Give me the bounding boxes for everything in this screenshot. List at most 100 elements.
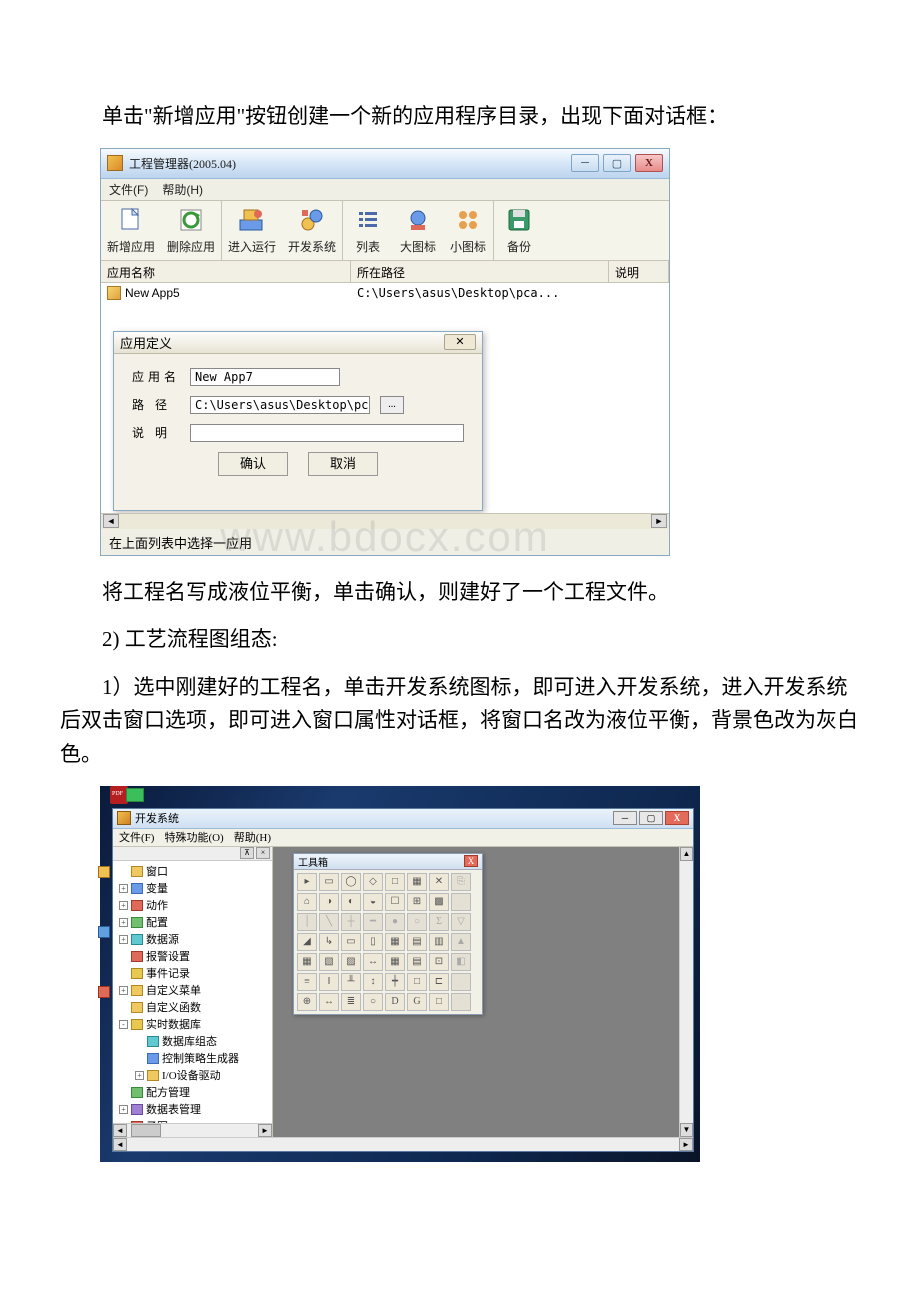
toolbox-tool[interactable]: ‖ — [319, 973, 339, 991]
tree-expand-icon[interactable]: + — [135, 1071, 144, 1080]
toolbox-tool[interactable] — [451, 993, 471, 1011]
scroll-right-icon[interactable]: ► — [651, 514, 667, 528]
scroll-right-icon[interactable]: ► — [679, 1138, 693, 1151]
toolbox-tool[interactable]: ⊏ — [429, 973, 449, 991]
toolbox-tool[interactable]: D — [385, 993, 405, 1011]
tree-node[interactable]: 配方管理 — [115, 1084, 270, 1101]
tree-node[interactable]: +动作 — [115, 897, 270, 914]
toolbox-tool[interactable]: ◇ — [363, 873, 383, 891]
toolbox-tool[interactable]: ⊡ — [429, 953, 449, 971]
toolbox-tool[interactable]: ● — [385, 913, 405, 931]
scroll-left-icon[interactable]: ◄ — [113, 1138, 127, 1151]
toolbox-tool[interactable]: ↳ — [319, 933, 339, 951]
dlg-input-name[interactable]: New App7 — [190, 368, 340, 386]
tree-node[interactable]: +数据表管理 — [115, 1101, 270, 1118]
design-canvas[interactable]: 工具箱 X ▸▭◯◇□▦✕⎘⌂◑◐◒☐⊞▩│╲┼━●○Σ▽◢↳▭▯▦▤▥▲▦▧▨… — [273, 847, 679, 1137]
col-header-name[interactable]: 应用名称 — [101, 261, 351, 282]
scroll-down-icon[interactable]: ▼ — [680, 1123, 693, 1137]
tree-pin-icon[interactable]: ⊼ — [240, 847, 254, 859]
toolbox-tool[interactable]: ▦ — [407, 873, 427, 891]
toolbox-tool[interactable]: │ — [297, 913, 317, 931]
tree-node[interactable]: 控制策略生成器 — [115, 1050, 270, 1067]
toolbox-tool[interactable]: □ — [429, 993, 449, 1011]
toolbox-tool[interactable]: ⊞ — [407, 893, 427, 911]
tree-expand-icon[interactable]: + — [119, 884, 128, 893]
menu-help[interactable]: 帮助(H) — [162, 181, 203, 198]
dlg-browse-button[interactable]: ... — [380, 396, 404, 414]
toolbox-tool[interactable]: ▨ — [341, 953, 361, 971]
scroll-right-icon[interactable]: ► — [258, 1124, 272, 1137]
toolbar-small-icons[interactable]: 小图标 — [443, 201, 493, 260]
tree-node[interactable]: +配置 — [115, 914, 270, 931]
col-header-path[interactable]: 所在路径 — [351, 261, 609, 282]
toolbox-tool[interactable]: ≣ — [341, 993, 361, 1011]
toolbox-tool[interactable]: ┿ — [385, 973, 405, 991]
toolbox-tool[interactable]: ╲ — [319, 913, 339, 931]
app-row[interactable]: New App5 C:\Users\asus\Desktop\pca... — [101, 283, 669, 303]
tree-node[interactable]: 数据库组态 — [115, 1033, 270, 1050]
toolbox-tool[interactable]: G — [407, 993, 427, 1011]
toolbox-tool[interactable]: ▤ — [407, 953, 427, 971]
toolbox-tool[interactable]: ▭ — [319, 873, 339, 891]
tree-expand-icon[interactable]: + — [119, 901, 128, 910]
scroll-left-icon[interactable]: ◄ — [113, 1124, 127, 1137]
toolbox-tool[interactable]: ▦ — [297, 953, 317, 971]
tree-node[interactable]: +自定义菜单 — [115, 982, 270, 999]
tree-node[interactable]: +I/O设备驱动 — [115, 1067, 270, 1084]
dlg-cancel-button[interactable]: 取消 — [308, 452, 378, 476]
toolbar-backup[interactable]: 备份 — [494, 201, 544, 260]
toolbox-tool[interactable]: ┼ — [341, 913, 361, 931]
toolbox-tool[interactable]: ▲ — [451, 933, 471, 951]
tree-close-icon[interactable]: × — [256, 847, 270, 859]
tree-node[interactable]: +数据源 — [115, 931, 270, 948]
toolbar-list-view[interactable]: 列表 — [343, 201, 393, 260]
toolbox-tool[interactable]: ↕ — [363, 973, 383, 991]
toolbox-tool[interactable]: ⊕ — [297, 993, 317, 1011]
toolbox-tool[interactable]: ◒ — [363, 893, 383, 911]
ds-minimize-button[interactable]: ─ — [613, 811, 637, 825]
canvas-hscrollbar[interactable]: ◄ ► — [113, 1137, 693, 1151]
tree-node[interactable]: 自定义函数 — [115, 999, 270, 1016]
toolbox-tool[interactable]: ↔ — [319, 993, 339, 1011]
close-button[interactable]: X — [635, 154, 663, 172]
minimize-button[interactable]: ─ — [571, 154, 599, 172]
toolbox-tool[interactable]: □ — [385, 873, 405, 891]
toolbox-tool[interactable]: ▯ — [363, 933, 383, 951]
toolbox-tool[interactable]: Σ — [429, 913, 449, 931]
toolbox-tool[interactable]: ▩ — [429, 893, 449, 911]
tree-expand-icon[interactable]: + — [119, 986, 128, 995]
toolbox-close-button[interactable]: X — [464, 855, 478, 867]
toolbar-new-app[interactable]: 新增应用 — [101, 201, 161, 260]
ds-close-button[interactable]: X — [665, 811, 689, 825]
toolbox-tool[interactable]: ○ — [407, 913, 427, 931]
project-tree[interactable]: 窗口+变量+动作+配置+数据源报警设置事件记录+自定义菜单自定义函数-实时数据库… — [113, 861, 272, 1123]
tree-expand-icon[interactable]: + — [119, 918, 128, 927]
ds-menu-special[interactable]: 特殊功能(O) — [164, 829, 223, 845]
scroll-thumb[interactable] — [131, 1124, 161, 1137]
toolbox-tool[interactable]: ▥ — [429, 933, 449, 951]
toolbox-tool[interactable] — [451, 973, 471, 991]
tree-node[interactable]: 窗口 — [115, 863, 270, 880]
toolbox-tool[interactable]: ▧ — [319, 953, 339, 971]
toolbox-tool[interactable]: ╨ — [341, 973, 361, 991]
toolbar-dev[interactable]: 开发系统 — [282, 201, 342, 260]
toolbar-delete-app[interactable]: 删除应用 — [161, 201, 221, 260]
dlg-input-desc[interactable] — [190, 424, 464, 442]
tree-expand-icon[interactable]: + — [119, 935, 128, 944]
tree-node[interactable]: 报警设置 — [115, 948, 270, 965]
toolbox-tool[interactable]: ◐ — [341, 893, 361, 911]
tree-node[interactable]: -实时数据库 — [115, 1016, 270, 1033]
col-header-desc[interactable]: 说明 — [609, 261, 669, 282]
dlg-input-path[interactable]: C:\Users\asus\Desktop\pc — [190, 396, 370, 414]
toolbox-tool[interactable]: ○ — [363, 993, 383, 1011]
ds-menu-file[interactable]: 文件(F) — [119, 829, 154, 845]
toolbox-tool[interactable]: ▦ — [385, 933, 405, 951]
toolbox-tool[interactable]: ◑ — [319, 893, 339, 911]
scroll-up-icon[interactable]: ▲ — [680, 847, 693, 861]
toolbox-tool[interactable]: ⌂ — [297, 893, 317, 911]
toolbox-tool[interactable]: ▸ — [297, 873, 317, 891]
toolbox-tool[interactable]: ▤ — [407, 933, 427, 951]
toolbox-tool[interactable]: ≡ — [297, 973, 317, 991]
toolbox-tool[interactable]: ━ — [363, 913, 383, 931]
toolbox-tool[interactable]: ✕ — [429, 873, 449, 891]
